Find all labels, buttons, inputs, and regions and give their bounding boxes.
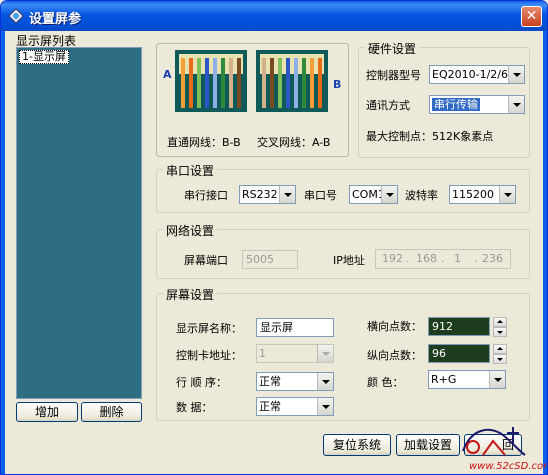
network-group: 网络设置 屏幕端口 5005 IP地址 192 . 168 . 1 . 236 xyxy=(156,222,530,279)
h-points-label: 横向点数： xyxy=(367,320,422,333)
baud-value: 115200 xyxy=(452,188,494,201)
spin-down-icon[interactable] xyxy=(493,354,507,364)
serial-group: 串口设置 串行接口 RS232 串口号 COM1 波特率 115200 xyxy=(156,162,530,213)
color-select[interactable]: R+G xyxy=(428,370,506,389)
ip-seg-2: 168 xyxy=(416,252,437,265)
h-points-spinner[interactable] xyxy=(493,317,507,337)
order-label: 行 顺 序： xyxy=(176,376,227,389)
cross-cable-label: 交叉网线：A-B xyxy=(257,136,331,149)
straight-cable-label: 直通网线：B-B xyxy=(167,136,241,149)
color-label: 颜 色： xyxy=(367,376,404,389)
h-points-input[interactable]: 912 xyxy=(428,317,490,336)
serial-port-value: RS232 xyxy=(242,188,278,201)
addr-select[interactable]: 1 xyxy=(256,344,334,363)
v-points-value: 96 xyxy=(432,347,446,360)
model-label: 控制器型号 xyxy=(366,69,421,82)
chevron-down-icon[interactable] xyxy=(381,186,397,203)
ip-label: IP地址 xyxy=(333,254,365,267)
chevron-down-icon[interactable] xyxy=(499,186,515,203)
h-points-value: 912 xyxy=(432,320,453,333)
spin-up-icon[interactable] xyxy=(493,344,507,354)
max-points-text: 最大控制点：512K象素点 xyxy=(366,130,494,143)
ip-seg-3: 1 xyxy=(454,252,461,265)
addr-label: 控制卡地址： xyxy=(176,349,242,362)
ip-address-input[interactable]: 192 . 168 . 1 . 236 xyxy=(375,249,511,269)
v-points-input[interactable]: 96 xyxy=(428,344,490,363)
window-frame-left xyxy=(1,31,5,474)
screen-listbox[interactable]: 1-显示屏 xyxy=(16,47,142,399)
close-icon: ✕ xyxy=(525,8,538,24)
chevron-down-icon[interactable] xyxy=(279,186,295,203)
chevron-down-icon[interactable] xyxy=(508,66,524,83)
net-port-label: 屏幕端口 xyxy=(184,254,228,267)
order-select[interactable]: 正常 xyxy=(256,372,334,391)
chevron-down-icon[interactable] xyxy=(317,398,333,415)
chevron-down-icon[interactable] xyxy=(508,96,524,113)
order-value: 正常 xyxy=(259,375,281,388)
title-bar: 设置屏参 ✕ xyxy=(1,1,547,31)
data-select[interactable]: 正常 xyxy=(256,397,334,416)
v-points-spinner[interactable] xyxy=(493,344,507,364)
ip-seg-1: 192 xyxy=(382,252,403,265)
watermark-text: www.52cSD.com xyxy=(469,461,548,472)
screen-title: 屏幕设置 xyxy=(163,286,218,303)
load-settings-button[interactable]: 加载设置 xyxy=(396,434,460,456)
cable-letter-a: A xyxy=(163,68,172,81)
hardware-title: 硬件设置 xyxy=(365,40,420,57)
spin-down-icon[interactable] xyxy=(493,327,507,337)
com-value: COM1 xyxy=(352,188,385,201)
app-icon xyxy=(8,8,24,24)
baud-select[interactable]: 115200 xyxy=(449,185,516,204)
comm-value: 串行传输 xyxy=(432,98,480,111)
ip-seg-4: 236 xyxy=(482,252,503,265)
hardware-group: 硬件设置 控制器型号 EQ2010-1/2/6 通讯方式 串行传输 最大控制点：… xyxy=(358,40,530,158)
serial-port-label: 串行接口 xyxy=(184,189,228,202)
net-port-input[interactable]: 5005 xyxy=(242,250,298,269)
net-port-value: 5005 xyxy=(246,253,274,266)
delete-button[interactable]: 删除 xyxy=(81,402,142,422)
comm-select[interactable]: 串行传输 xyxy=(429,95,525,114)
com-select[interactable]: COM1 xyxy=(349,185,398,204)
watermark-logo xyxy=(462,427,526,456)
settings-window: 设置屏参 ✕ 显示屏列表 1-显示屏 增加 删除 A B 直通网线：B-B 交叉… xyxy=(0,0,548,475)
comm-label: 通讯方式 xyxy=(366,99,410,112)
close-button[interactable]: ✕ xyxy=(521,6,542,27)
chevron-down-icon[interactable] xyxy=(489,371,505,388)
cable-panel: A B 直通网线：B-B 交叉网线：A-B xyxy=(156,43,349,157)
screen-group: 屏幕设置 显示屏名称： 显示屏 控制卡地址： 1 行 顺 序： 正常 数 据： … xyxy=(156,286,530,421)
serial-title: 串口设置 xyxy=(163,162,218,179)
chevron-down-icon[interactable] xyxy=(317,345,333,362)
name-label: 显示屏名称： xyxy=(176,322,242,335)
cable-letter-b: B xyxy=(333,78,342,91)
chevron-down-icon[interactable] xyxy=(317,373,333,390)
data-value: 正常 xyxy=(259,400,281,413)
baud-label: 波特率 xyxy=(405,189,438,202)
model-select[interactable]: EQ2010-1/2/6 xyxy=(429,65,525,84)
color-value: R+G xyxy=(431,373,457,386)
straight-cable-image xyxy=(175,50,247,112)
com-label: 串口号 xyxy=(304,189,337,202)
window-frame-right xyxy=(543,31,547,474)
screen-name-input[interactable]: 显示屏 xyxy=(256,318,334,337)
spin-up-icon[interactable] xyxy=(493,317,507,327)
v-points-label: 纵向点数： xyxy=(367,349,422,362)
serial-port-select[interactable]: RS232 xyxy=(239,185,296,204)
model-value: EQ2010-1/2/6 xyxy=(432,68,508,81)
cross-cable-image xyxy=(256,50,328,112)
network-title: 网络设置 xyxy=(163,222,218,239)
add-button[interactable]: 增加 xyxy=(16,402,78,422)
window-title: 设置屏参 xyxy=(29,12,82,27)
list-item[interactable]: 1-显示屏 xyxy=(19,50,69,64)
addr-value: 1 xyxy=(259,347,266,360)
screen-name-value: 显示屏 xyxy=(260,321,293,334)
data-label: 数 据： xyxy=(176,401,213,414)
reset-system-button[interactable]: 复位系统 xyxy=(323,434,391,456)
